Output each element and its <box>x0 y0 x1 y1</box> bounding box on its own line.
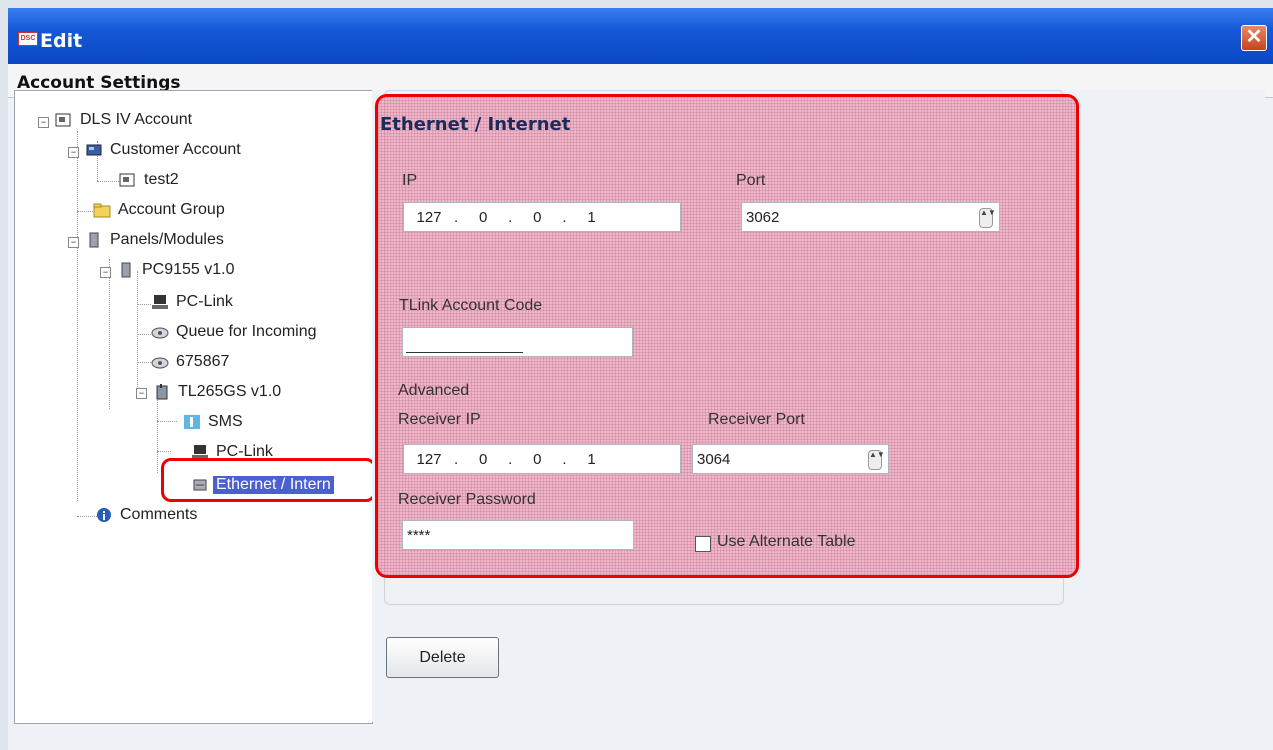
account-icon <box>119 173 135 187</box>
use-alternate-table-checkbox[interactable] <box>695 536 711 552</box>
ip-octet-2: 0 <box>479 208 488 226</box>
window-title: Edit <box>40 30 83 52</box>
tree-item-customer-account[interactable]: Customer Account <box>85 139 244 161</box>
receiver-port-spinner[interactable]: ▲▼ <box>868 450 885 470</box>
tree-item-queue-for-incoming[interactable]: Queue for Incoming <box>151 321 320 343</box>
advanced-label: Advanced <box>398 382 470 399</box>
close-icon: ✕ <box>1245 26 1263 48</box>
tree-item-dls-iv-account[interactable]: DLS IV Account <box>55 109 195 131</box>
app-logo-icon: DSC <box>18 32 38 46</box>
tree-item-tl265gs[interactable]: TL265GS v1.0 <box>153 381 284 403</box>
receiver-port-label: Receiver Port <box>708 411 805 428</box>
collapse-toggle[interactable]: − <box>68 147 79 158</box>
phone-icon <box>151 357 169 369</box>
collapse-toggle[interactable]: − <box>136 388 147 399</box>
folder-icon <box>93 203 111 218</box>
account-icon <box>55 113 71 127</box>
info-icon <box>97 508 111 522</box>
panel-icon <box>89 232 99 248</box>
ip-address-field[interactable]: 127. 0. 0. 1 <box>403 202 681 232</box>
section-title: Ethernet / Internet <box>380 114 571 135</box>
customer-icon <box>86 144 102 156</box>
tree-item-panels-modules[interactable]: Panels/Modules <box>85 229 227 251</box>
collapse-toggle[interactable]: − <box>68 237 79 248</box>
receiver-port-value: 3064 <box>697 450 731 468</box>
collapse-toggle[interactable]: − <box>38 117 49 128</box>
computer-icon <box>152 295 168 309</box>
receiver-ip-label: Receiver IP <box>398 411 481 428</box>
tree-selection-highlight <box>161 458 376 502</box>
collapse-toggle[interactable]: − <box>100 267 111 278</box>
tree-item-test2[interactable]: test2 <box>119 169 182 191</box>
tree-item-comments[interactable]: Comments <box>95 504 200 526</box>
phone-icon <box>151 327 169 339</box>
delete-button[interactable]: Delete <box>386 637 499 678</box>
tree-item-sms[interactable]: SMS <box>183 411 246 433</box>
port-spinner[interactable]: ▲▼ <box>979 208 996 228</box>
port-field[interactable]: 3062 ▲▼ <box>741 202 1000 232</box>
ip-octet-1: 127 <box>416 208 442 226</box>
tlink-account-code-label: TLink Account Code <box>399 297 543 314</box>
ip-octet-4: 1 <box>587 208 596 226</box>
ip-octet-3: 0 <box>533 208 542 226</box>
close-button[interactable]: ✕ <box>1241 25 1267 51</box>
module-icon <box>156 384 168 400</box>
sms-icon <box>184 415 200 429</box>
use-alternate-table-label: Use Alternate Table <box>717 533 856 550</box>
tree-item-675867[interactable]: 675867 <box>151 351 232 373</box>
receiver-ip-octet-2: 0 <box>479 450 488 468</box>
receiver-password-field[interactable]: **** <box>402 520 634 550</box>
tree-item-account-group[interactable]: Account Group <box>93 199 228 221</box>
port-value: 3062 <box>746 208 780 226</box>
receiver-ip-octet-4: 1 <box>587 450 596 468</box>
receiver-password-value: **** <box>407 526 431 544</box>
receiver-ip-field[interactable]: 127. 0. 0. 1 <box>403 444 681 474</box>
tree-item-pc-link[interactable]: PC-Link <box>151 291 236 313</box>
account-tree[interactable]: − DLS IV Account − Customer Account test… <box>14 90 373 724</box>
tree-item-pc9155[interactable]: PC9155 v1.0 <box>117 259 238 281</box>
port-label: Port <box>736 172 766 189</box>
receiver-port-field[interactable]: 3064 ▲▼ <box>692 444 889 474</box>
panel-icon <box>121 262 131 278</box>
ip-label: IP <box>402 172 418 189</box>
receiver-ip-octet-1: 127 <box>416 450 442 468</box>
receiver-password-label: Receiver Password <box>398 491 536 508</box>
title-bar: DSC Edit ✕ <box>8 8 1273 65</box>
receiver-ip-octet-3: 0 <box>533 450 542 468</box>
